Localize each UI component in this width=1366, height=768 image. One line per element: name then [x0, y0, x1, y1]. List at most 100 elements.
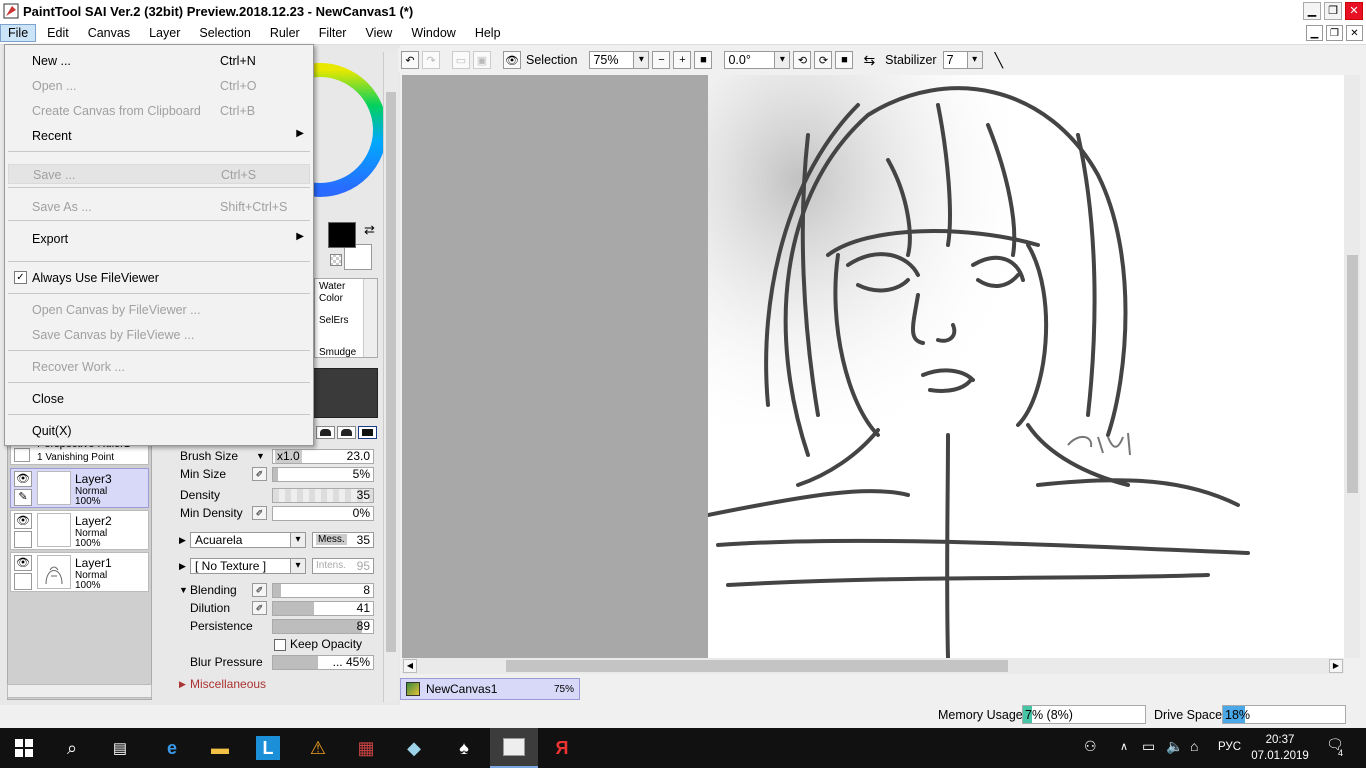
menu-filter[interactable]: Filter — [311, 24, 355, 42]
menu-item-export[interactable]: Export ▶ — [8, 229, 310, 249]
menu-file[interactable]: File — [0, 24, 37, 42]
canvas-horizontal-scroll-thumb[interactable] — [506, 660, 1008, 672]
layer-lock-box[interactable] — [14, 573, 32, 590]
density-slider[interactable]: 35 — [272, 487, 374, 503]
menu-item-recover-work[interactable]: Recover Work ... — [8, 357, 310, 377]
search-icon[interactable]: ⌕ — [48, 728, 96, 768]
layer-item-layer1[interactable]: 👁 Layer1 Normal 100% — [10, 552, 149, 592]
menu-item-save-as[interactable]: Save As ... Shift+Ctrl+S — [8, 197, 310, 217]
yandex-browser-icon[interactable]: Я — [538, 728, 586, 768]
notes-app-icon[interactable]: ◆ — [390, 728, 438, 768]
menu-help[interactable]: Help — [467, 24, 509, 42]
warning-app-icon[interactable]: ⚠ — [294, 728, 342, 768]
redo-button[interactable]: ↷ — [422, 51, 440, 69]
start-button[interactable] — [0, 728, 48, 768]
close-button[interactable]: ✕ — [1345, 2, 1363, 20]
brush-panel-scroll-thumb[interactable] — [386, 92, 396, 652]
stabilizer-select[interactable]: 7 — [942, 51, 983, 69]
people-icon[interactable]: ⚇ — [1084, 738, 1097, 755]
brush-shape-param[interactable]: Mess. 35 — [312, 532, 374, 548]
canvas-area[interactable] — [402, 75, 1344, 658]
menu-view[interactable]: View — [357, 24, 400, 42]
task-view-icon[interactable]: ▤ — [96, 728, 144, 768]
menu-item-open-by-fileviewer[interactable]: Open Canvas by FileViewer ... — [8, 300, 310, 320]
painttool-sai-taskbar-icon[interactable] — [490, 728, 538, 768]
perspective-visibility-box[interactable] — [14, 448, 30, 462]
volume-icon[interactable]: 🔈 — [1166, 738, 1183, 755]
file-explorer-icon[interactable]: ▬ — [196, 728, 244, 768]
restore-button[interactable]: ❐ — [1324, 2, 1342, 20]
menu-item-save-by-fileviewer[interactable]: Save Canvas by FileViewe ... — [8, 325, 310, 345]
edge-browser-icon[interactable]: e — [148, 728, 196, 768]
layer-item-layer2[interactable]: 👁 Layer2 Normal 100% — [10, 510, 149, 550]
foreground-color-swatch[interactable] — [328, 222, 356, 248]
brush-shape-round-button[interactable] — [316, 426, 335, 439]
menu-item-open[interactable]: Open ... Ctrl+O — [8, 76, 310, 96]
texture-expand-icon[interactable]: ▶ — [179, 561, 186, 572]
tool-water-color[interactable]: Water Color — [317, 279, 363, 313]
brush-panel-scrollbar[interactable] — [383, 52, 398, 702]
brush-shape-expand-icon[interactable]: ▶ — [179, 535, 186, 546]
rotation-select[interactable]: 0.0° — [724, 51, 791, 69]
min-density-slider[interactable]: 0% — [272, 505, 374, 521]
transparent-color-icon[interactable] — [330, 254, 342, 266]
zoom-in-button[interactable]: + — [673, 51, 692, 69]
menu-item-always-use-fileviewer[interactable]: ✓ Always Use FileViewer — [8, 268, 310, 288]
menu-edit[interactable]: Edit — [39, 24, 77, 42]
texture-select[interactable]: [ No Texture ] — [190, 558, 306, 574]
brush-shape-flat-button[interactable] — [358, 426, 377, 439]
blur-pressure-slider[interactable]: ... 45% — [272, 654, 374, 670]
canvas-vertical-scroll-thumb[interactable] — [1347, 255, 1358, 493]
canvas-horizontal-scrollbar[interactable]: ◀ ▶ — [402, 658, 1344, 674]
menu-item-quit[interactable]: Quit(X) — [8, 421, 310, 441]
invert-selection-button[interactable]: ▣ — [473, 51, 491, 69]
blending-pressure-icon[interactable]: ✐ — [252, 583, 267, 597]
chevron-up-icon[interactable]: ∧ — [1120, 740, 1128, 753]
minimize-button[interactable]: ▁ — [1303, 2, 1321, 20]
eye-icon[interactable]: 👁 — [14, 555, 32, 571]
undo-button[interactable]: ↶ — [401, 51, 419, 69]
canvas-vertical-scrollbar[interactable] — [1344, 75, 1360, 658]
zoom-out-button[interactable]: − — [652, 51, 671, 69]
brush-size-dropdown-icon[interactable]: ▼ — [256, 451, 265, 461]
scroll-right-icon[interactable]: ▶ — [1329, 659, 1343, 673]
brush-size-multiplier[interactable]: x1.0 — [275, 449, 302, 463]
min-size-pressure-icon[interactable]: ✐ — [252, 467, 267, 481]
l-app-icon[interactable]: L — [244, 728, 292, 768]
eye-icon[interactable]: 👁 — [14, 513, 32, 529]
mdi-close-button[interactable]: ✕ — [1346, 25, 1363, 41]
brush-shape-soft-button[interactable] — [337, 426, 356, 439]
eye-icon[interactable]: 👁 — [503, 51, 521, 69]
tool-grid-scrollbar[interactable] — [363, 279, 377, 357]
taskbar-clock[interactable]: 20:37 07.01.2019 — [1248, 732, 1312, 764]
menu-layer[interactable]: Layer — [141, 24, 188, 42]
layer-panel-scrollbar[interactable] — [7, 684, 152, 698]
network-icon[interactable]: ⌂ — [1190, 738, 1198, 754]
mdi-minimize-button[interactable]: ▁ — [1306, 25, 1323, 41]
battery-icon[interactable]: ▭ — [1142, 738, 1155, 755]
texture-param[interactable]: Intens. 95 — [312, 558, 374, 574]
flip-icon[interactable]: ⇆ — [863, 52, 875, 69]
min-density-pressure-icon[interactable]: ✐ — [252, 506, 267, 520]
line-tool-icon[interactable]: ╲ — [995, 52, 1003, 69]
dilution-slider[interactable]: 41 — [272, 600, 374, 616]
language-indicator[interactable]: РУС — [1218, 741, 1241, 753]
menu-item-close[interactable]: Close — [8, 389, 310, 409]
dilution-pressure-icon[interactable]: ✐ — [252, 601, 267, 615]
menu-item-new[interactable]: New ... Ctrl+N — [8, 51, 310, 71]
persistence-slider[interactable]: 89 — [272, 618, 374, 634]
canvas-drawing[interactable] — [706, 75, 1344, 658]
archive-app-icon[interactable]: ▦ — [342, 728, 390, 768]
layer-lock-box[interactable] — [14, 531, 32, 548]
menu-selection[interactable]: Selection — [191, 24, 258, 42]
rotate-right-button[interactable]: ⟳ — [814, 51, 833, 69]
min-size-slider[interactable]: 5% — [272, 466, 374, 482]
zoom-reset-button[interactable]: ■ — [694, 51, 713, 69]
menu-window[interactable]: Window — [403, 24, 463, 42]
menu-item-create-from-clipboard[interactable]: Create Canvas from Clipboard Ctrl+B — [8, 101, 310, 121]
blending-slider[interactable]: 8 — [272, 582, 374, 598]
layer-item-layer3[interactable]: 👁 ✎ Layer3 Normal 100% — [10, 468, 149, 508]
tool-selers[interactable]: SelErs — [317, 313, 363, 347]
brush-size-slider[interactable]: x1.0 23.0 — [272, 448, 374, 464]
keep-opacity-checkbox[interactable]: Keep Opacity — [274, 637, 362, 651]
